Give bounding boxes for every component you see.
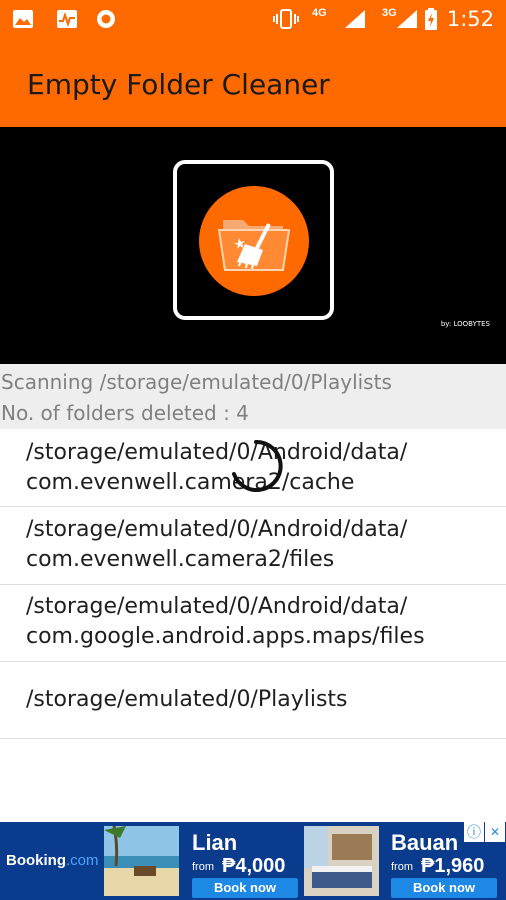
network-label-4g: 4G (312, 7, 327, 19)
scan-status-text: Scanning /storage/emulated/0/Playlists (1, 370, 392, 394)
status-bar: 4G 3G 1:52 (0, 0, 506, 38)
signal-icon (397, 10, 417, 28)
offer-city[interactable]: Lian (192, 830, 237, 856)
list-item[interactable]: /storage/emulated/0/Playlists (0, 662, 506, 739)
offer-from: from (192, 861, 214, 873)
ad-close-icon[interactable]: ✕ (485, 822, 505, 842)
vibrate-icon (273, 9, 299, 29)
signal-icon (345, 10, 365, 28)
loading-spinner (232, 439, 283, 492)
folder-path: /storage/emulated/0/Android/data/ com.ev… (26, 517, 408, 572)
offer-from: from (391, 861, 413, 873)
ad-image-beach[interactable] (104, 826, 179, 896)
book-now-button[interactable]: Book now (391, 878, 497, 898)
image-icon (13, 10, 33, 28)
deleted-count-text: No. of folders deleted : 4 (1, 401, 249, 425)
offer-price[interactable]: ₱4,000 (222, 855, 285, 878)
logo-circle (199, 186, 309, 296)
app-title: Empty Folder Cleaner (27, 68, 330, 101)
folder-path: /storage/emulated/0/Android/data/ com.ev… (26, 440, 408, 495)
app-banner: by: LOOBYTES (0, 127, 506, 364)
offer-price[interactable]: ₱1,960 (421, 855, 484, 878)
app-logo (173, 160, 334, 320)
folder-broom-icon (217, 220, 291, 271)
ad-info-icon[interactable]: ⓘ (464, 822, 484, 842)
activity-icon (57, 10, 77, 28)
banner-byline: by: LOOBYTES (440, 320, 490, 328)
list-item[interactable]: /storage/emulated/0/Android/data/ com.go… (0, 585, 506, 662)
battery-icon (425, 8, 437, 30)
ad-image-room[interactable] (304, 826, 379, 896)
folder-path: /storage/emulated/0/Playlists (26, 687, 348, 712)
scan-status-panel: Scanning /storage/emulated/0/Playlists N… (0, 364, 506, 429)
ad-banner[interactable]: Booking.com Lian from ₱4,000 Book now Ba… (0, 822, 506, 900)
status-time: 1:52 (446, 7, 494, 31)
list-item[interactable]: /storage/emulated/0/Android/data/ com.ev… (0, 507, 506, 585)
offer-city[interactable]: Bauan (391, 830, 458, 856)
folder-path: /storage/emulated/0/Android/data/ com.go… (26, 594, 425, 649)
app-bar: Empty Folder Cleaner (0, 38, 506, 127)
booking-logo[interactable]: Booking.com (6, 852, 99, 869)
record-icon (97, 10, 115, 28)
book-now-button[interactable]: Book now (192, 878, 298, 898)
